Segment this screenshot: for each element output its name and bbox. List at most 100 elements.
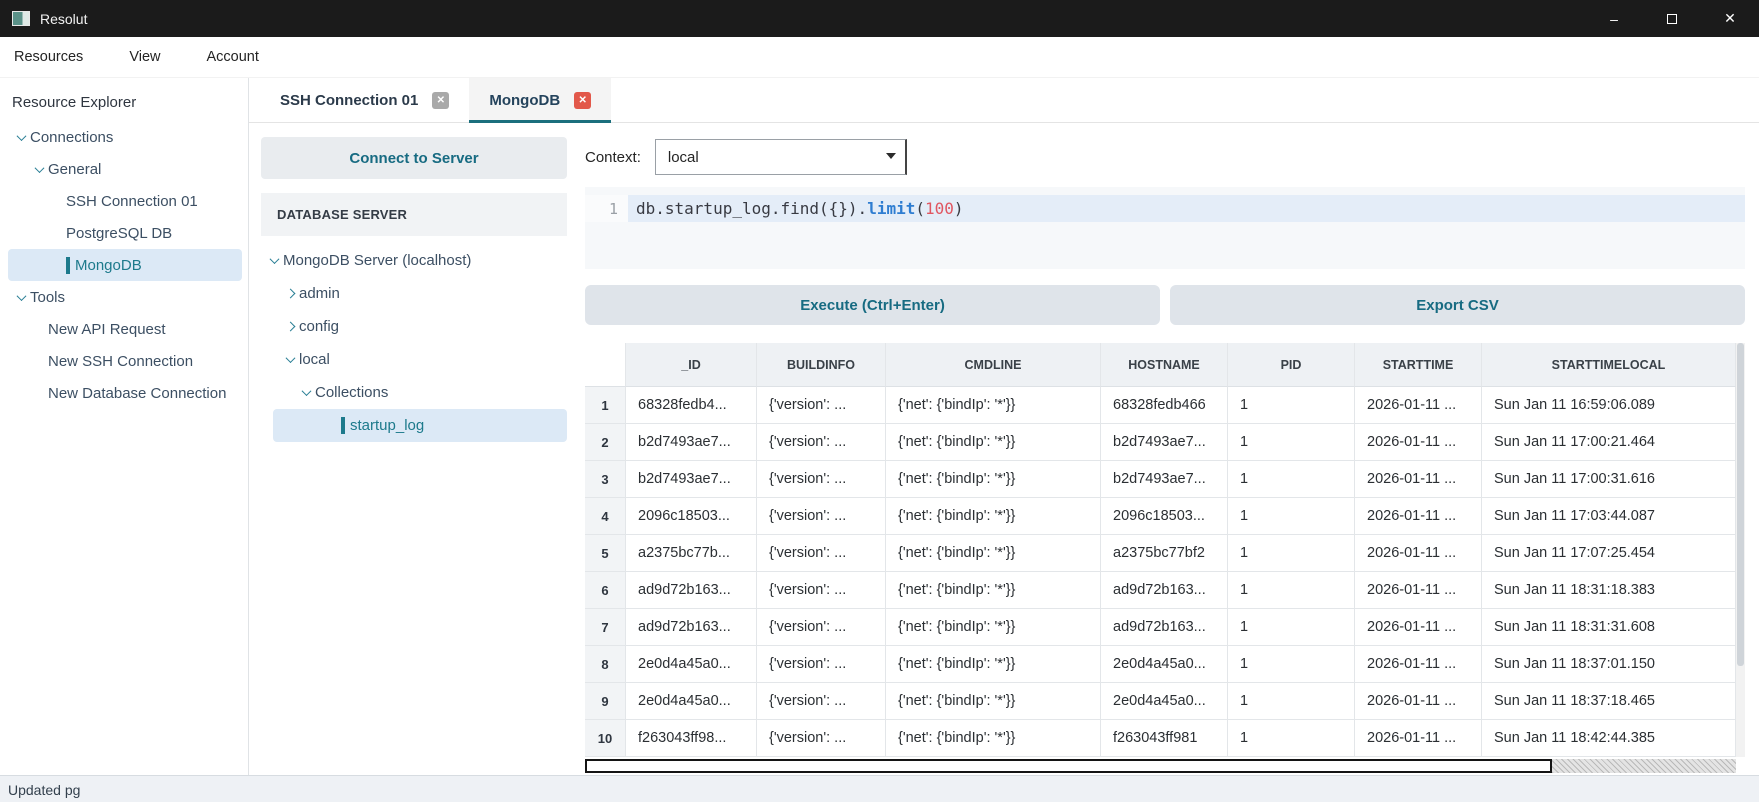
table-cell-starttime[interactable]: 2026-01-11 ... [1355,498,1482,535]
table-cell-starttimelocal[interactable]: Sun Jan 11 18:37:01.150 [1482,646,1736,683]
column-header-starttime[interactable]: STARTTIME [1355,343,1482,387]
chevron-right-icon[interactable] [281,321,299,332]
table-cell-id[interactable]: 2e0d4a45a0... [626,646,757,683]
table-cell-hostname[interactable]: 2096c18503... [1101,498,1228,535]
tab-close-icon[interactable]: ✕ [432,91,450,109]
table-cell-buildinfo[interactable]: {'version': ... [757,572,886,609]
chevron-down-icon[interactable] [297,386,315,397]
table-cell-starttimelocal[interactable]: Sun Jan 11 17:00:21.464 [1482,424,1736,461]
table-cell-starttimelocal[interactable]: Sun Jan 11 16:59:06.089 [1482,387,1736,424]
db-tree-item-mongodb-server-localhost[interactable]: MongoDB Server (localhost) [263,244,567,277]
table-cell-cmdline[interactable]: {'net': {'bindIp': '*'}} [886,498,1101,535]
table-cell-pid[interactable]: 1 [1228,424,1355,461]
table-cell-starttime[interactable]: 2026-01-11 ... [1355,461,1482,498]
table-cell-cmdline[interactable]: {'net': {'bindIp': '*'}} [886,683,1101,720]
db-tree-item-config[interactable]: config [263,310,567,343]
table-cell-starttimelocal[interactable]: Sun Jan 11 17:00:31.616 [1482,461,1736,498]
table-cell-pid[interactable]: 1 [1228,461,1355,498]
table-cell-cmdline[interactable]: {'net': {'bindIp': '*'}} [886,609,1101,646]
menu-resources[interactable]: Resources [14,49,83,65]
table-cell-starttime[interactable]: 2026-01-11 ... [1355,683,1482,720]
context-dropdown[interactable]: local [654,139,907,175]
sidebar-item-postgresql-db[interactable]: PostgreSQL DB [8,217,242,249]
table-cell-cmdline[interactable]: {'net': {'bindIp': '*'}} [886,572,1101,609]
table-cell-cmdline[interactable]: {'net': {'bindIp': '*'}} [886,720,1101,757]
sidebar-item-new-database-connection[interactable]: New Database Connection [8,377,242,409]
table-cell-buildinfo[interactable]: {'version': ... [757,387,886,424]
table-cell-buildinfo[interactable]: {'version': ... [757,609,886,646]
table-cell-starttimelocal[interactable]: Sun Jan 11 17:03:44.087 [1482,498,1736,535]
maximize-button[interactable] [1643,0,1701,37]
sidebar-item-ssh-connection-01[interactable]: SSH Connection 01 [8,185,242,217]
menu-account[interactable]: Account [206,49,258,65]
column-header-starttimelocal[interactable]: STARTTIMELOCAL [1482,343,1736,387]
close-button[interactable]: ✕ [1701,0,1759,37]
chevron-down-icon[interactable] [30,162,48,173]
table-cell-starttimelocal[interactable]: Sun Jan 11 18:42:44.385 [1482,720,1736,757]
table-cell-buildinfo[interactable]: {'version': ... [757,498,886,535]
db-tree-item-collections[interactable]: Collections [263,376,567,409]
table-cell-starttime[interactable]: 2026-01-11 ... [1355,609,1482,646]
column-header-hostname[interactable]: HOSTNAME [1101,343,1228,387]
sidebar-item-general[interactable]: General [8,153,242,185]
table-cell-id[interactable]: 2096c18503... [626,498,757,535]
menu-view[interactable]: View [129,49,160,65]
table-cell-id[interactable]: b2d7493ae7... [626,424,757,461]
db-tree-item-local[interactable]: local [263,343,567,376]
table-cell-pid[interactable]: 1 [1228,535,1355,572]
column-header-id[interactable]: _ID [626,343,757,387]
table-cell-pid[interactable]: 1 [1228,498,1355,535]
column-header-cmdline[interactable]: CMDLINE [886,343,1101,387]
execute-button[interactable]: Execute (Ctrl+Enter) [585,285,1160,325]
table-cell-pid[interactable]: 1 [1228,683,1355,720]
table-cell-starttime[interactable]: 2026-01-11 ... [1355,535,1482,572]
table-cell-starttimelocal[interactable]: Sun Jan 11 18:37:18.465 [1482,683,1736,720]
table-cell-starttime[interactable]: 2026-01-11 ... [1355,572,1482,609]
table-cell-cmdline[interactable]: {'net': {'bindIp': '*'}} [886,535,1101,572]
table-cell-cmdline[interactable]: {'net': {'bindIp': '*'}} [886,424,1101,461]
table-cell-buildinfo[interactable]: {'version': ... [757,424,886,461]
table-cell-pid[interactable]: 1 [1228,720,1355,757]
table-cell-cmdline[interactable]: {'net': {'bindIp': '*'}} [886,646,1101,683]
sidebar-item-mongodb[interactable]: MongoDB [8,249,242,281]
tab-close-icon[interactable]: ✕ [574,91,592,109]
minimize-button[interactable]: – [1585,0,1643,37]
table-cell-cmdline[interactable]: {'net': {'bindIp': '*'}} [886,461,1101,498]
sidebar-item-new-api-request[interactable]: New API Request [8,313,242,345]
chevron-down-icon[interactable] [12,290,30,301]
vertical-scrollbar[interactable] [1736,343,1745,757]
table-cell-id[interactable]: b2d7493ae7... [626,461,757,498]
sidebar-item-new-ssh-connection[interactable]: New SSH Connection [8,345,242,377]
table-cell-id[interactable]: 2e0d4a45a0... [626,683,757,720]
table-cell-id[interactable]: a2375bc77b... [626,535,757,572]
chevron-down-icon[interactable] [265,254,283,265]
chevron-down-icon[interactable] [12,130,30,141]
table-cell-starttimelocal[interactable]: Sun Jan 11 17:07:25.454 [1482,535,1736,572]
table-cell-hostname[interactable]: f263043ff981 [1101,720,1228,757]
table-cell-pid[interactable]: 1 [1228,609,1355,646]
sidebar-item-connections[interactable]: Connections [8,121,242,153]
table-cell-pid[interactable]: 1 [1228,646,1355,683]
chevron-down-icon[interactable] [281,353,299,364]
table-cell-id[interactable]: ad9d72b163... [626,609,757,646]
vertical-scrollbar-thumb[interactable] [1737,343,1744,666]
table-cell-id[interactable]: f263043ff98... [626,720,757,757]
table-cell-hostname[interactable]: 2e0d4a45a0... [1101,683,1228,720]
table-cell-hostname[interactable]: b2d7493ae7... [1101,461,1228,498]
table-cell-hostname[interactable]: 2e0d4a45a0... [1101,646,1228,683]
table-cell-hostname[interactable]: ad9d72b163... [1101,572,1228,609]
table-cell-hostname[interactable]: 68328fedb466 [1101,387,1228,424]
table-cell-buildinfo[interactable]: {'version': ... [757,646,886,683]
column-header-pid[interactable]: PID [1228,343,1355,387]
export-csv-button[interactable]: Export CSV [1170,285,1745,325]
table-cell-buildinfo[interactable]: {'version': ... [757,683,886,720]
sidebar-item-tools[interactable]: Tools [8,281,242,313]
db-tree-item-startup-log[interactable]: startup_log [273,409,567,442]
table-cell-id[interactable]: ad9d72b163... [626,572,757,609]
table-cell-cmdline[interactable]: {'net': {'bindIp': '*'}} [886,387,1101,424]
table-cell-starttime[interactable]: 2026-01-11 ... [1355,387,1482,424]
table-cell-hostname[interactable]: ad9d72b163... [1101,609,1228,646]
table-cell-starttime[interactable]: 2026-01-11 ... [1355,720,1482,757]
horizontal-scrollbar-thumb[interactable] [585,759,1552,773]
table-cell-buildinfo[interactable]: {'version': ... [757,461,886,498]
